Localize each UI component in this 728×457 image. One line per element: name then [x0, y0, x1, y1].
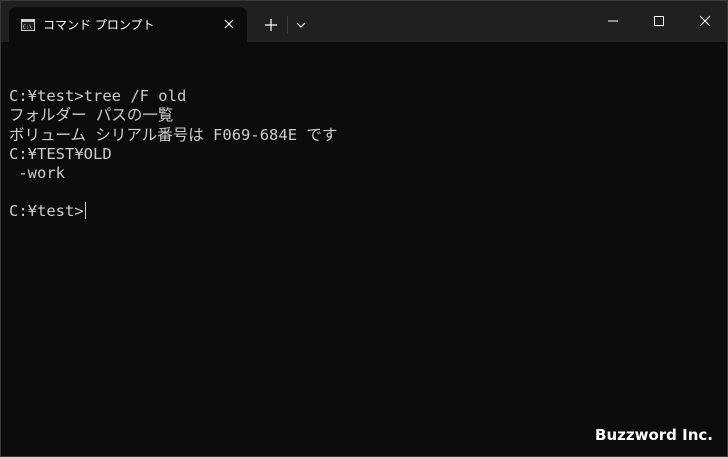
tab-separator	[287, 16, 288, 34]
console-line: フォルダー パスの一覧	[9, 106, 174, 125]
svg-text:C:\: C:\	[23, 25, 32, 31]
command-prompt-icon: C:\	[21, 18, 35, 31]
close-icon[interactable]	[221, 16, 237, 32]
console-line: ボリューム シリアル番号は F069-684E です	[9, 125, 338, 144]
maximize-icon[interactable]	[635, 1, 683, 42]
console-line: C:¥TEST¥OLD	[9, 144, 112, 163]
console-line: C:¥test>tree /F old	[9, 87, 187, 106]
terminal-window: C:\ コマンド プロンプト C:¥test>tree /F old フォルダー…	[0, 0, 728, 457]
title-bar[interactable]: C:\ コマンド プロンプト	[1, 1, 727, 42]
prompt-text: C:¥test>	[9, 202, 84, 221]
minimize-icon[interactable]	[589, 1, 637, 42]
plus-icon[interactable]	[258, 13, 284, 37]
prompt-line[interactable]: C:¥test>	[9, 202, 709, 221]
text-cursor	[84, 202, 86, 220]
console-output[interactable]: C:¥test>tree /F old フォルダー パスの一覧 ボリューム シリ…	[9, 68, 709, 398]
close-window-icon[interactable]	[681, 1, 727, 42]
chevron-down-icon[interactable]	[291, 13, 311, 37]
tab-command-prompt[interactable]: C:\ コマンド プロンプト	[9, 7, 247, 42]
tab-title: コマンド プロンプト	[43, 18, 155, 32]
watermark: Buzzword Inc.	[595, 426, 713, 444]
console-line: -work	[9, 163, 65, 182]
